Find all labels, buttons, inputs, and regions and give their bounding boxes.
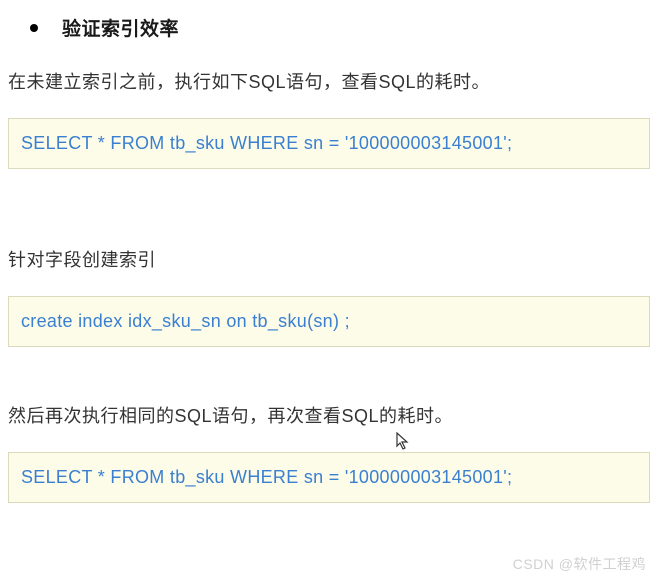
spacer	[8, 371, 650, 403]
code-text: SELECT * FROM tb_sku WHERE sn = '1000000…	[21, 133, 512, 153]
code-block-select-2: SELECT * FROM tb_sku WHERE sn = '1000000…	[8, 452, 650, 503]
paragraph-before-index: 在未建立索引之前，执行如下SQL语句，查看SQL的耗时。	[8, 69, 650, 96]
spacer	[8, 193, 650, 247]
bullet-icon	[30, 24, 38, 32]
paragraph-after-index: 然后再次执行相同的SQL语句，再次查看SQL的耗时。	[8, 403, 650, 430]
code-block-select-1: SELECT * FROM tb_sku WHERE sn = '1000000…	[8, 118, 650, 169]
section-heading: 验证索引效率	[8, 14, 650, 41]
watermark-text: CSDN @软件工程鸡	[513, 554, 646, 574]
paragraph-create-index: 针对字段创建索引	[8, 247, 650, 274]
code-text: create index idx_sku_sn on tb_sku(sn) ;	[21, 311, 350, 331]
code-block-create-index: create index idx_sku_sn on tb_sku(sn) ;	[8, 296, 650, 347]
heading-text: 验证索引效率	[62, 14, 179, 41]
code-text: SELECT * FROM tb_sku WHERE sn = '1000000…	[21, 467, 512, 487]
